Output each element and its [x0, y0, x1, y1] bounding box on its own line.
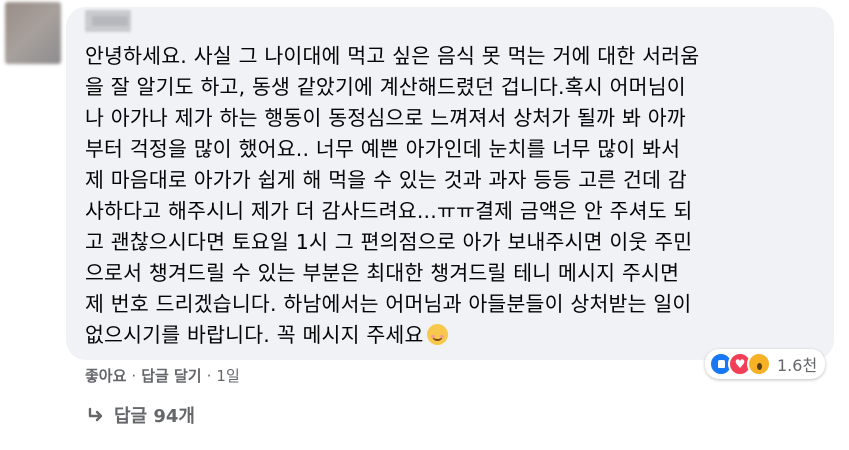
- comment-line: 사하다고 해주시니 제가 더 감사드려요...ㅠㅠ결제 금액은 안 주셔도 되: [85, 199, 693, 223]
- reaction-summary[interactable]: 1.6천: [705, 349, 826, 379]
- avatar[interactable]: [5, 2, 61, 64]
- separator: ·: [206, 366, 212, 385]
- comment-line-last-text: 없으시기를 바랍니다. 꼭 메시지 주세요: [85, 323, 424, 347]
- wow-icon: [747, 352, 771, 376]
- comment-line: 을 잘 알기도 하고, 동생 같았기에 계산해드렸던 겁니다.혹시 어머님이: [85, 75, 686, 99]
- separator: ·: [131, 366, 137, 385]
- smiling-face-icon: [426, 324, 448, 345]
- comment-line: 으로서 챙겨드릴 수 있는 부분은 최대한 챙겨드릴 테니 메시지 주시면: [85, 261, 680, 285]
- comment-actions: 좋아요 · 답글 달기 · 1일: [85, 365, 240, 386]
- comment-line: 제 마음대로 아가가 쉽게 해 먹을 수 있는 것과 과자 등등 고른 건데 감: [85, 168, 687, 192]
- comment-line: 부터 걱정을 많이 했어요.. 너무 예쁜 아가인데 눈치를 너무 많이 봐서: [85, 137, 681, 161]
- comment-line: 제 번호 드리겠습니다. 하남에서는 어머님과 아들분들이 상처받는 일이: [85, 292, 692, 316]
- comment-line: 나 아가나 제가 하는 행동이 동정심으로 느껴져서 상처가 될까 봐 아까: [85, 106, 686, 130]
- comment-line-last: 없으시기를 바랍니다. 꼭 메시지 주세요: [85, 320, 825, 351]
- reaction-count: 1.6천: [777, 356, 818, 375]
- timestamp[interactable]: 1일: [216, 365, 239, 386]
- comment-text: 안녕하세요. 사실 그 나이대에 먹고 싶은 음식 못 먹는 거에 대한 서러움…: [85, 41, 825, 351]
- like-button[interactable]: 좋아요: [85, 365, 126, 386]
- author-name-blurred-inner: [92, 16, 128, 26]
- comment-line: 고 괜찮으시다면 토요일 1시 그 편의점으로 아가 보내주시면 이웃 주민: [85, 230, 693, 254]
- view-replies-link[interactable]: 답글 94개: [88, 402, 195, 428]
- replies-count-label: 답글 94개: [114, 406, 195, 427]
- comment-container: 안녕하세요. 사실 그 나이대에 먹고 싶은 음식 못 먹는 거에 대한 서러움…: [0, 0, 849, 450]
- reply-arrow-icon: [88, 407, 106, 423]
- reply-button[interactable]: 답글 달기: [141, 365, 201, 386]
- comment-line: 안녕하세요. 사실 그 나이대에 먹고 싶은 음식 못 먹는 거에 대한 서러움: [85, 44, 700, 68]
